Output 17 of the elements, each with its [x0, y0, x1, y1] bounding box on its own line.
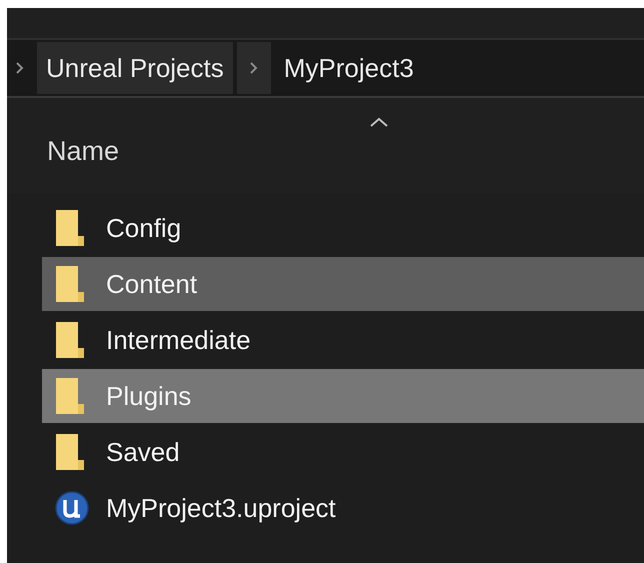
- file-row[interactable]: MyProject3.uproject: [42, 481, 644, 535]
- file-row[interactable]: Saved: [42, 425, 644, 479]
- file-row[interactable]: Intermediate: [42, 313, 644, 367]
- breadcrumb-item[interactable]: MyProject3: [274, 42, 423, 94]
- column-header[interactable]: Name: [47, 136, 120, 167]
- file-name: Content: [106, 268, 198, 300]
- file-name: Saved: [106, 436, 180, 468]
- file-row[interactable]: Content: [42, 257, 644, 311]
- chevron-icon: [15, 61, 25, 75]
- file-name: Plugins: [106, 380, 192, 412]
- file-name: Intermediate: [106, 324, 251, 356]
- file-row[interactable]: Plugins: [42, 369, 644, 423]
- chevron-icon: [248, 61, 259, 75]
- file-row[interactable]: Config: [42, 201, 644, 255]
- file-name: Config: [106, 212, 182, 244]
- breadcrumb-item[interactable]: Unreal Projects: [37, 42, 233, 94]
- file-name: MyProject3.uproject: [106, 492, 336, 524]
